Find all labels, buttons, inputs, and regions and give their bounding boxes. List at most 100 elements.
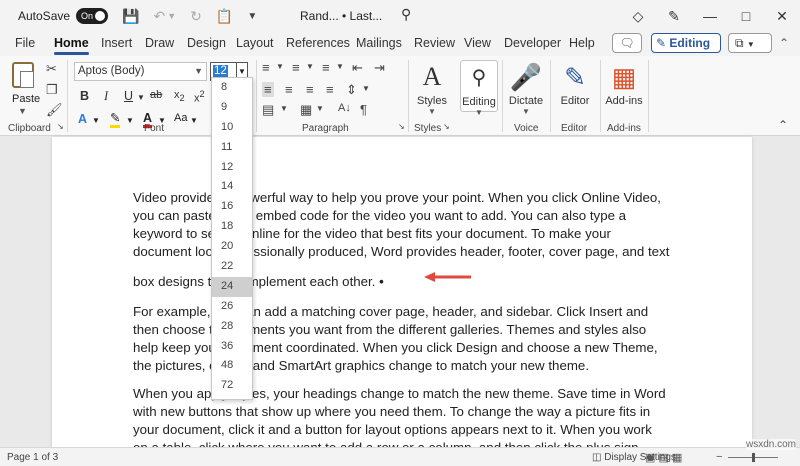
tab-layout[interactable]: Layout	[236, 36, 274, 50]
tab-design[interactable]: Design	[187, 36, 226, 50]
font-size-option[interactable]: 20	[212, 237, 252, 257]
share-button[interactable]: ⧉ ▼	[728, 33, 772, 53]
italic-button[interactable]: I	[104, 89, 108, 104]
document-page[interactable]: Video provides a powerful way to help yo…	[52, 137, 752, 455]
font-size-option-highlighted[interactable]: 24	[212, 276, 252, 297]
align-center-icon[interactable]: ≡	[285, 82, 293, 97]
font-size-option[interactable]: 28	[212, 317, 252, 337]
font-size-option[interactable]: 16	[212, 197, 252, 217]
collapse-ribbon-icon[interactable]: ⌃	[778, 118, 788, 132]
chevron-down-icon[interactable]: ▼	[362, 84, 370, 93]
text-effects-icon[interactable]: A	[78, 112, 87, 126]
undo-dropdown-icon[interactable]: ▼	[167, 11, 176, 21]
tab-review[interactable]: Review	[414, 36, 455, 50]
minimize-icon[interactable]: —	[692, 8, 728, 24]
chevron-down-icon[interactable]: ▼	[276, 62, 284, 71]
align-left-icon[interactable]: ≡	[262, 82, 274, 97]
font-name-combobox[interactable]: Aptos (Body) ▼	[74, 62, 207, 81]
clipboard-launcher-icon[interactable]: ↘	[57, 122, 64, 131]
chevron-down-icon[interactable]: ▼	[194, 63, 203, 80]
tab-insert[interactable]: Insert	[101, 36, 132, 50]
diamond-icon[interactable]: ◇	[620, 8, 656, 25]
styles-launcher-icon[interactable]: ↘	[443, 122, 450, 131]
paste-button-label[interactable]: Paste	[12, 93, 40, 105]
font-size-option[interactable]: 8	[212, 78, 252, 98]
font-size-option[interactable]: 10	[212, 118, 252, 138]
bold-button[interactable]: B	[80, 89, 89, 103]
underline-dropdown-icon[interactable]: ▼	[137, 93, 145, 102]
strikethrough-button[interactable]: ab	[150, 89, 162, 101]
font-size-option[interactable]: 11	[212, 138, 252, 158]
autosave-toggle[interactable]: On	[76, 8, 109, 24]
addins-button[interactable]: ▦ Add-ins	[604, 60, 644, 107]
font-size-option[interactable]: 18	[212, 217, 252, 237]
chevron-down-icon[interactable]: ▼	[336, 62, 344, 71]
editing-button[interactable]: ⚲ Editing ▼	[460, 60, 498, 117]
borders-icon[interactable]: ▦	[300, 102, 312, 118]
font-size-option[interactable]: 12	[212, 158, 252, 178]
multilevel-list-icon[interactable]: ≡	[322, 60, 330, 75]
underline-button[interactable]: U	[124, 89, 133, 103]
focus-icon[interactable]: ▣	[645, 452, 655, 464]
line-spacing-icon[interactable]: ⇕	[346, 82, 357, 98]
zoom-out-icon[interactable]: −	[716, 451, 722, 463]
cut-icon[interactable]: ✂	[46, 61, 57, 77]
tab-developer[interactable]: Developer	[504, 36, 561, 50]
tab-file[interactable]: File	[15, 36, 35, 50]
chevron-down-icon[interactable]: ▼	[126, 116, 134, 125]
paragraph-launcher-icon[interactable]: ↘	[398, 122, 405, 131]
highlighter-icon[interactable]: ✎	[110, 112, 121, 128]
editing-mode-button[interactable]: ✎ Editing ▼	[651, 33, 721, 67]
tab-home[interactable]: Home	[54, 36, 89, 55]
tab-draw[interactable]: Draw	[145, 36, 174, 50]
ribbon-display-options-icon[interactable]: ⌃	[779, 36, 789, 50]
font-size-option[interactable]: 72	[212, 376, 252, 396]
paste-icon[interactable]	[12, 62, 34, 88]
chevron-down-icon[interactable]: ▼	[306, 62, 314, 71]
pen-icon[interactable]: ✎	[656, 8, 692, 25]
maximize-icon[interactable]: □	[728, 8, 764, 24]
styles-button[interactable]: A Styles ▼	[414, 60, 450, 116]
justify-icon[interactable]: ≡	[326, 82, 334, 97]
font-size-option[interactable]: 22	[212, 257, 252, 277]
search-icon[interactable]: ⚲	[401, 6, 411, 23]
clipboard-icon[interactable]: 📋	[216, 8, 233, 25]
increase-indent-icon[interactable]: ⇥	[374, 60, 385, 76]
tab-help[interactable]: Help	[569, 36, 595, 50]
read-mode-icon[interactable]: ▤	[658, 452, 668, 464]
sort-icon[interactable]: A↓	[338, 102, 351, 114]
superscript-button[interactable]: x2	[194, 89, 205, 105]
more-commands-icon[interactable]: ▼	[247, 11, 257, 22]
chevron-down-icon[interactable]: ▼	[280, 104, 288, 113]
zoom-slider-thumb[interactable]	[752, 453, 755, 462]
close-icon[interactable]: ✕	[764, 8, 800, 25]
editor-button[interactable]: ✎ Editor	[555, 60, 595, 107]
font-size-option[interactable]: 14	[212, 177, 252, 197]
document-title[interactable]: Rand... • Last...	[300, 9, 382, 23]
chevron-down-icon[interactable]: ▼	[316, 104, 324, 113]
font-size-option[interactable]: 48	[212, 356, 252, 376]
numbering-icon[interactable]: ≡	[292, 60, 300, 75]
font-size-option[interactable]: 36	[212, 337, 252, 357]
chevron-down-icon[interactable]: ▼	[92, 116, 100, 125]
tab-references[interactable]: References	[286, 36, 350, 50]
font-size-option[interactable]: 26	[212, 297, 252, 317]
comments-button[interactable]: 🗨	[612, 33, 642, 53]
bullets-icon[interactable]: ≡	[262, 60, 270, 75]
change-case-icon[interactable]: Aa	[174, 112, 187, 124]
document-canvas[interactable]: Video provides a powerful way to help yo…	[0, 137, 800, 455]
font-size-option[interactable]: 9	[212, 98, 252, 118]
pilcrow-icon[interactable]: ¶	[360, 102, 367, 117]
format-painter-icon[interactable]: 🖌	[46, 102, 63, 118]
dictate-button[interactable]: 🎤 Dictate ▼	[507, 60, 545, 116]
shading-icon[interactable]: ▤	[262, 102, 274, 118]
tab-mailings[interactable]: Mailings	[356, 36, 402, 50]
subscript-button[interactable]: x2	[174, 89, 185, 103]
page-count[interactable]: Page 1 of 3	[7, 452, 58, 463]
copy-icon[interactable]: ❐	[46, 82, 58, 98]
font-size-value[interactable]: 12	[213, 65, 228, 77]
print-layout-icon[interactable]: ▦	[672, 452, 682, 464]
chevron-down-icon[interactable]: ▼	[190, 116, 198, 125]
tab-view[interactable]: View	[464, 36, 491, 50]
undo-icon[interactable]: ↶	[153, 8, 165, 25]
